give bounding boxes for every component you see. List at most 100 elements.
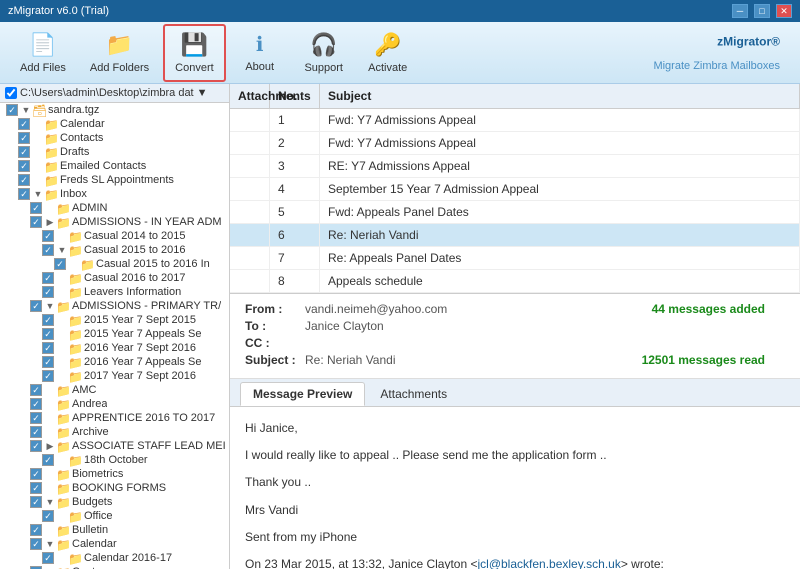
minimize-button[interactable]: ─ (732, 4, 748, 18)
tree-checkbox[interactable]: ✓ (54, 258, 66, 270)
tree-node[interactable]: ✓▼📁Casual 2015 to 2016 (0, 243, 229, 257)
tree-checkbox[interactable]: ✓ (30, 496, 42, 508)
tree-node[interactable]: ✓▼📁Calendar (0, 537, 229, 551)
tree-node[interactable]: ✓📁Freds SL Appointments (0, 173, 229, 187)
tree-expand-icon[interactable] (56, 370, 68, 382)
tree-expand-icon[interactable] (32, 160, 44, 172)
tree-node[interactable]: ✓📁Archive (0, 425, 229, 439)
tree-expand-icon[interactable] (44, 482, 56, 494)
convert-button[interactable]: 💾 Convert (163, 24, 226, 82)
tree-checkbox[interactable]: ✓ (18, 146, 30, 158)
tree-node[interactable]: ✓📁Leavers Information (0, 285, 229, 299)
tree-checkbox[interactable]: ✓ (30, 384, 42, 396)
tree-node[interactable]: ✓📁Casual 2016 to 2017 (0, 271, 229, 285)
tree-node[interactable]: ✓📁18th October (0, 453, 229, 467)
tree-checkbox[interactable]: ✓ (42, 286, 54, 298)
email-row[interactable]: 1Fwd: Y7 Admissions Appeal (230, 109, 800, 132)
tree-checkbox[interactable]: ✓ (18, 188, 30, 200)
tree-expand-icon[interactable] (68, 258, 80, 270)
tree-node[interactable]: ✓📁2016 Year 7 Sept 2016 (0, 341, 229, 355)
tree-checkbox[interactable]: ✓ (42, 342, 54, 354)
tree-node[interactable]: ✓📁APPRENTICE 2016 TO 2017 (0, 411, 229, 425)
preview-email-link[interactable]: jcl@blackfen.bexley.sch.uk (477, 557, 620, 569)
email-list[interactable]: Attachments No. Subject 1Fwd: Y7 Admissi… (230, 84, 800, 294)
tree-expand-icon[interactable] (56, 342, 68, 354)
tree-checkbox[interactable]: ✓ (30, 538, 42, 550)
tree-checkbox[interactable]: ✓ (42, 244, 54, 256)
tree-node[interactable]: ✓📁Bulletin (0, 523, 229, 537)
tree-node[interactable]: ✓▶📁ASSOCIATE STAFF LEAD MEI (0, 439, 229, 453)
tree-checkbox[interactable]: ✓ (30, 468, 42, 480)
tree-node[interactable]: ✓📁Office (0, 509, 229, 523)
tree-node[interactable]: ✓📁2016 Year 7 Appeals Se (0, 355, 229, 369)
tree-node[interactable]: ✓▶📁ADMISSIONS - IN YEAR ADM (0, 215, 229, 229)
email-row[interactable]: 7Re: Appeals Panel Dates (230, 247, 800, 270)
tree-checkbox[interactable]: ✓ (42, 328, 54, 340)
tree-expand-icon[interactable] (56, 230, 68, 242)
about-button[interactable]: ℹ About (230, 26, 290, 79)
tree-expand-icon[interactable]: ▼ (44, 496, 56, 508)
tree-expand-icon[interactable] (56, 356, 68, 368)
tree-checkbox[interactable]: ✓ (30, 398, 42, 410)
email-row[interactable]: 4September 15 Year 7 Admission Appeal (230, 178, 800, 201)
tree-node[interactable]: ✓📁AMC (0, 383, 229, 397)
tree-node[interactable]: ✓📁Andrea (0, 397, 229, 411)
tree-node[interactable]: ✓📁Emailed Contacts (0, 159, 229, 173)
tree-expand-icon[interactable] (44, 524, 56, 536)
add-folders-button[interactable]: 📁 Add Folders (80, 26, 159, 80)
tree-node[interactable]: ✓📁Biometrics (0, 467, 229, 481)
tree-node[interactable]: ✓📁2015 Year 7 Appeals Se (0, 327, 229, 341)
tree-node[interactable]: ✓📁2015 Year 7 Sept 2015 (0, 313, 229, 327)
tree-node[interactable]: ✓📁Calendar 2016-17 (0, 551, 229, 565)
support-button[interactable]: 🎧 Support (294, 26, 354, 80)
tree-checkbox[interactable]: ✓ (18, 118, 30, 130)
tree-checkbox[interactable]: ✓ (18, 174, 30, 186)
tree-node[interactable]: ✓▼📁ADMISSIONS - PRIMARY TR/ (0, 299, 229, 313)
tree-expand-icon[interactable]: ▶ (44, 216, 56, 228)
tree-node[interactable]: ✓📁Casual 2015 to 2016 In (0, 257, 229, 271)
tree-checkbox[interactable]: ✓ (42, 552, 54, 564)
tree-expand-icon[interactable] (56, 552, 68, 564)
tree-checkbox[interactable]: ✓ (30, 426, 42, 438)
tree-expand-icon[interactable] (44, 468, 56, 480)
tree-expand-icon[interactable] (44, 398, 56, 410)
tree-checkbox[interactable]: ✓ (30, 482, 42, 494)
activate-button[interactable]: 🔑 Activate (358, 26, 418, 80)
tree-expand-icon[interactable] (56, 272, 68, 284)
maximize-button[interactable]: □ (754, 4, 770, 18)
tree-expand-icon[interactable] (56, 328, 68, 340)
tree-expand-icon[interactable]: ▼ (32, 188, 44, 200)
close-button[interactable]: ✕ (776, 4, 792, 18)
tree-expand-icon[interactable] (56, 286, 68, 298)
tree-expand-icon[interactable]: ▼ (56, 244, 68, 256)
tree-checkbox[interactable]: ✓ (42, 272, 54, 284)
tab-attachments[interactable]: Attachments (367, 382, 460, 406)
tree-checkbox[interactable]: ✓ (30, 216, 42, 228)
tree-checkbox[interactable]: ✓ (18, 132, 30, 144)
tree-node[interactable]: ✓📁Canteen (0, 565, 229, 569)
tree-checkbox[interactable]: ✓ (42, 454, 54, 466)
tree-checkbox[interactable]: ✓ (42, 510, 54, 522)
tree-expand-icon[interactable]: ▼ (44, 538, 56, 550)
tree-node[interactable]: ✓📁Calendar (0, 117, 229, 131)
tree-node[interactable]: ✓▼📁Budgets (0, 495, 229, 509)
tree-checkbox[interactable]: ✓ (6, 104, 18, 116)
tree-checkbox[interactable]: ✓ (30, 202, 42, 214)
tree-checkbox[interactable]: ✓ (42, 314, 54, 326)
tree-expand-icon[interactable] (44, 202, 56, 214)
tree-node[interactable]: ✓▼🗃sandra.tgz (0, 103, 229, 117)
tree-expand-icon[interactable] (56, 314, 68, 326)
tree-expand-icon[interactable]: ▼ (20, 104, 32, 116)
tree-node[interactable]: ✓▼📁Inbox (0, 187, 229, 201)
email-row[interactable]: 8Appeals schedule (230, 270, 800, 293)
email-row[interactable]: 3RE: Y7 Admissions Appeal (230, 155, 800, 178)
tree-expand-icon[interactable] (32, 174, 44, 186)
root-checkbox[interactable] (5, 87, 17, 99)
tree-checkbox[interactable]: ✓ (30, 412, 42, 424)
tab-message-preview[interactable]: Message Preview (240, 382, 365, 406)
tree-expand-icon[interactable] (32, 118, 44, 130)
tree-expand-icon[interactable] (44, 384, 56, 396)
tree-expand-icon[interactable] (32, 132, 44, 144)
tree-node[interactable]: ✓📁Drafts (0, 145, 229, 159)
tree-node[interactable]: ✓📁BOOKING FORMS (0, 481, 229, 495)
